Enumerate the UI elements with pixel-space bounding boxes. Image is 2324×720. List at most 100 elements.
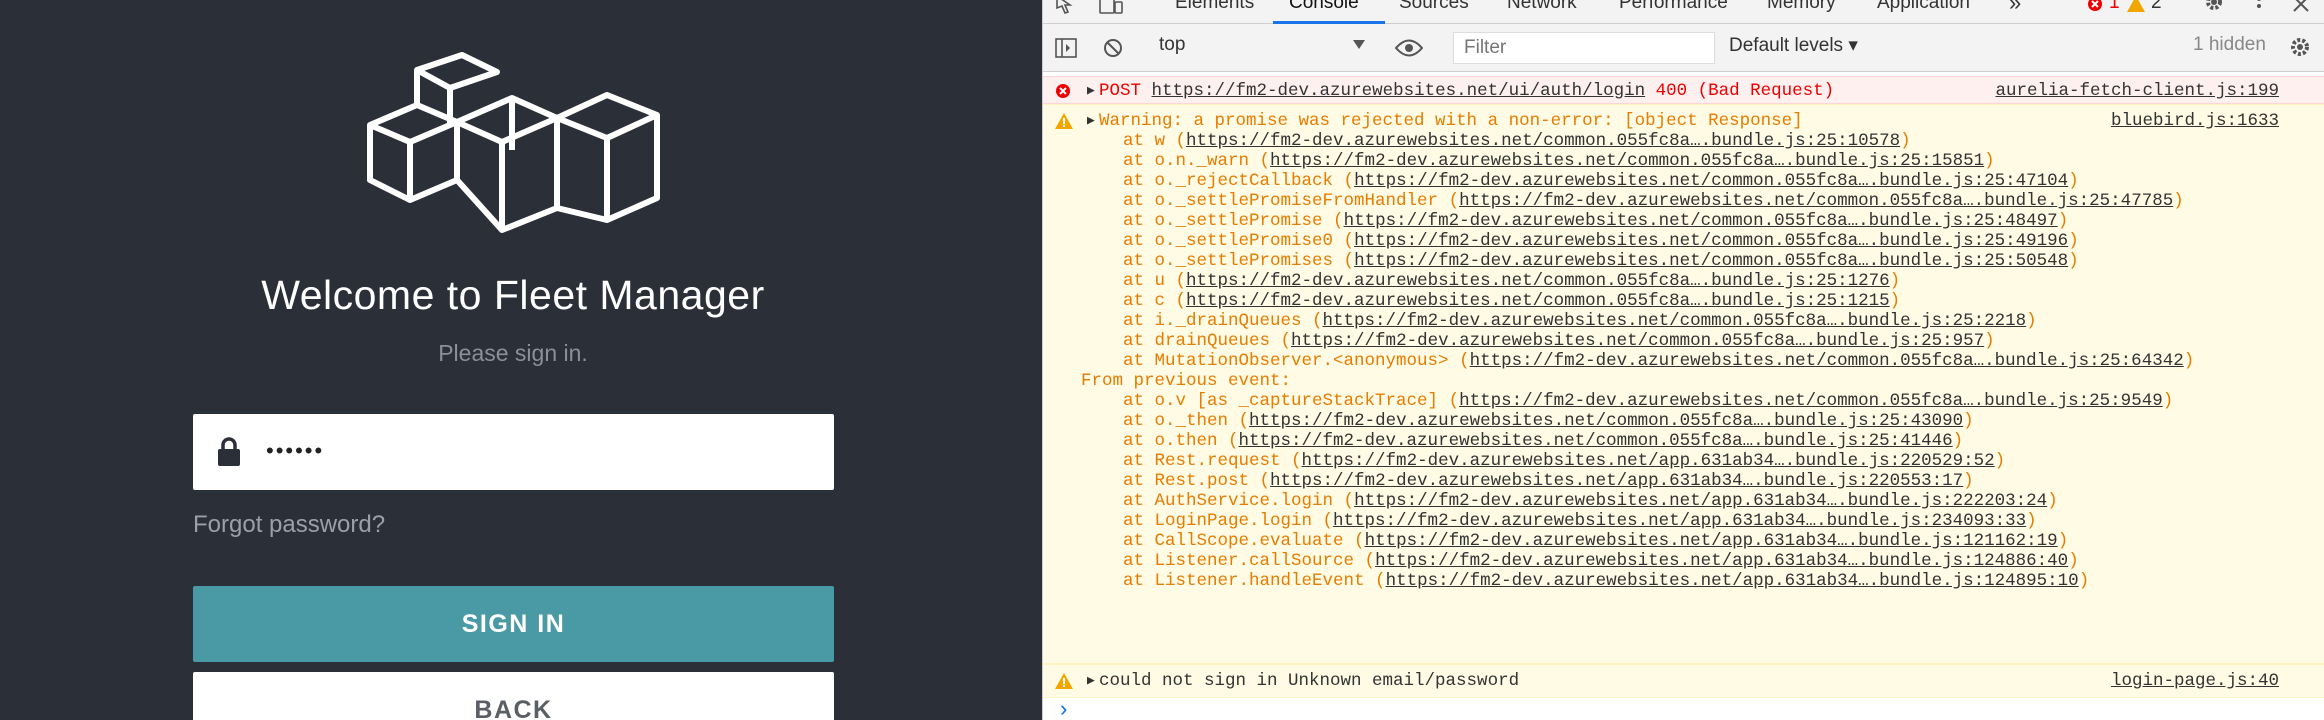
warning-text: Warning: a promise was rejected with a n…: [1099, 111, 1803, 131]
clear-console-icon[interactable]: [1103, 38, 1123, 58]
eye-icon[interactable]: [1395, 39, 1423, 57]
stack-frame-function: at o.n._warn: [1123, 151, 1250, 171]
stack-frame: at o._then (https://fm2-dev.azurewebsite…: [1123, 411, 1974, 431]
warning-icon: [1055, 673, 1073, 689]
stack-frame-url[interactable]: https://fm2-dev.azurewebsites.net/app.63…: [1354, 491, 2047, 511]
stack-frame-function: at Rest.post: [1123, 471, 1250, 491]
stack-frame-function: at o._rejectCallback: [1123, 171, 1334, 191]
stack-frame-function: at CallScope.evaluate: [1123, 531, 1344, 551]
more-tabs-button[interactable]: »: [2009, 0, 2021, 16]
http-method: POST: [1099, 81, 1142, 101]
tab-performance[interactable]: Performance: [1619, 0, 1728, 14]
stack-frame-function: at o._settlePromises: [1123, 251, 1334, 271]
tab-elements[interactable]: Elements: [1175, 0, 1254, 14]
stack-frame-url[interactable]: https://fm2-dev.azurewebsites.net/app.63…: [1386, 571, 2079, 591]
stack-frame-url[interactable]: https://fm2-dev.azurewebsites.net/common…: [1459, 191, 2173, 211]
stack-frame-url[interactable]: https://fm2-dev.azurewebsites.net/common…: [1186, 131, 1900, 151]
stack-frame: at o._settlePromise0 (https://fm2-dev.az…: [1123, 231, 2079, 251]
stack-frame-url[interactable]: https://fm2-dev.azurewebsites.net/app.63…: [1302, 451, 1995, 471]
stack-frame-function: at LoginPage.login: [1123, 511, 1313, 531]
tab-sources[interactable]: Sources: [1399, 0, 1469, 14]
stack-frame-url[interactable]: https://fm2-dev.azurewebsites.net/common…: [1270, 151, 1984, 171]
chevron-down-icon: [1353, 40, 1365, 49]
stack-frame: at u (https://fm2-dev.azurewebsites.net/…: [1123, 271, 1901, 291]
console-warning-message: ▶ could not sign in Unknown email/passwo…: [1043, 664, 2324, 698]
error-url[interactable]: https://fm2-dev.azurewebsites.net/ui/aut…: [1152, 81, 1646, 101]
stack-frame-url[interactable]: https://fm2-dev.azurewebsites.net/common…: [1186, 271, 1890, 291]
forgot-password-link[interactable]: Forgot password?: [193, 511, 385, 539]
warning-source-link[interactable]: login-page.js:40: [2111, 671, 2279, 691]
close-icon[interactable]: [2293, 0, 2309, 12]
stack-frame-url[interactable]: https://fm2-dev.azurewebsites.net/common…: [1459, 391, 2163, 411]
stack-frame-url[interactable]: https://fm2-dev.azurewebsites.net/app.63…: [1333, 511, 2026, 531]
stack-frame-url[interactable]: https://fm2-dev.azurewebsites.net/common…: [1354, 251, 2068, 271]
stack-frame: at CallScope.evaluate (https://fm2-dev.a…: [1123, 531, 2069, 551]
lock-icon: [218, 437, 240, 466]
stack-frame-function: at o._settlePromise0: [1123, 231, 1334, 251]
stack-frame-function: at o._settlePromise: [1123, 211, 1323, 231]
stack-frame-url[interactable]: https://fm2-dev.azurewebsites.net/common…: [1239, 431, 1953, 451]
stack-frame-url[interactable]: https://fm2-dev.azurewebsites.net/common…: [1186, 291, 1890, 311]
log-levels-dropdown[interactable]: Default levels ▾: [1729, 34, 1858, 57]
stack-frame-url[interactable]: https://fm2-dev.azurewebsites.net/common…: [1354, 231, 2068, 251]
stack-frame-url[interactable]: https://fm2-dev.azurewebsites.net/common…: [1291, 331, 1984, 351]
stack-frame: at o.v [as _captureStackTrace] (https://…: [1123, 391, 2174, 411]
expand-triangle-icon[interactable]: ▶: [1087, 111, 1095, 131]
sidebar-toggle-icon[interactable]: [1055, 38, 1077, 58]
console-settings-gear-icon[interactable]: [2289, 36, 2311, 58]
stack-frame: at o._settlePromiseFromHandler (https://…: [1123, 191, 2184, 211]
stack-frame-function: at AuthService.login: [1123, 491, 1334, 511]
stack-frame: at Listener.callSource (https://fm2-dev.…: [1123, 551, 2079, 571]
more-options-icon[interactable]: [2255, 0, 2263, 14]
warning-icon: [1055, 113, 1073, 129]
stack-frame: at drainQueues (https://fm2-dev.azureweb…: [1123, 331, 1995, 351]
filter-input-field[interactable]: [1454, 33, 1714, 63]
error-count[interactable]: 1: [2109, 0, 2120, 14]
stack-frame-url[interactable]: https://fm2-dev.azurewebsites.net/common…: [1323, 311, 2027, 331]
tab-memory[interactable]: Memory: [1767, 0, 1836, 14]
stack-frame-url[interactable]: https://fm2-dev.azurewebsites.net/common…: [1249, 411, 1963, 431]
filter-input[interactable]: [1453, 32, 1715, 64]
error-icon: [1056, 84, 1070, 98]
stack-frame: at o._settlePromises (https://fm2-dev.az…: [1123, 251, 2079, 271]
stack-frame-url[interactable]: https://fm2-dev.azurewebsites.net/app.63…: [1270, 471, 1963, 491]
error-source-link[interactable]: aurelia-fetch-client.js:199: [1995, 81, 2279, 101]
stack-frame-function: at Listener.callSource: [1123, 551, 1355, 571]
stack-frame-url[interactable]: https://fm2-dev.azurewebsites.net/common…: [1344, 211, 2058, 231]
sign-in-button[interactable]: SIGN IN: [193, 586, 834, 662]
settings-gear-icon[interactable]: [2203, 0, 2225, 14]
context-selector[interactable]: top: [1159, 34, 1185, 56]
login-page: Welcome to Fleet Manager Please sign in.…: [0, 0, 1042, 720]
stack-frame-url[interactable]: https://fm2-dev.azurewebsites.net/common…: [1354, 171, 2068, 191]
inspect-element-icon[interactable]: [1055, 0, 1075, 14]
fleet-manager-logo: [367, 52, 660, 233]
back-button[interactable]: BACK: [193, 672, 834, 720]
expand-triangle-icon[interactable]: ▶: [1087, 81, 1095, 101]
stack-frame-function: at Listener.handleEvent: [1123, 571, 1365, 591]
console-toolbar: top Default levels ▾ 1 hidden: [1043, 24, 2324, 72]
expand-triangle-icon[interactable]: ▶: [1087, 671, 1095, 691]
stack-frame: at AuthService.login (https://fm2-dev.az…: [1123, 491, 2058, 511]
stack-frame: at c (https://fm2-dev.azurewebsites.net/…: [1123, 291, 1901, 311]
password-value: ••••••: [266, 438, 325, 463]
tab-console[interactable]: Console: [1289, 0, 1359, 14]
stack-frame: at w (https://fm2-dev.azurewebsites.net/…: [1123, 131, 1911, 151]
warning-count[interactable]: 2: [2151, 0, 2162, 14]
stack-frame: at o._settlePromise (https://fm2-dev.azu…: [1123, 211, 2069, 231]
stack-frame-url[interactable]: https://fm2-dev.azurewebsites.net/app.63…: [1365, 531, 2058, 551]
console-prompt[interactable]: ›: [1057, 698, 1070, 720]
warning-count-icon: [2127, 0, 2145, 12]
device-toolbar-icon[interactable]: [1099, 0, 1123, 14]
stack-frame-function: at u: [1123, 271, 1166, 291]
tab-network[interactable]: Network: [1507, 0, 1577, 14]
stack-frame-url[interactable]: https://fm2-dev.azurewebsites.net/common…: [1470, 351, 2184, 371]
stack-frame-function: at o._settlePromiseFromHandler: [1123, 191, 1439, 211]
warning-source-link[interactable]: bluebird.js:1633: [2111, 111, 2279, 131]
stack-frame-function: at drainQueues: [1123, 331, 1271, 351]
stack-frame: at Rest.post (https://fm2-dev.azurewebsi…: [1123, 471, 1974, 491]
tab-application[interactable]: Application: [1877, 0, 1970, 14]
password-field[interactable]: ••••••: [193, 414, 834, 490]
stack-frame-url[interactable]: https://fm2-dev.azurewebsites.net/app.63…: [1375, 551, 2068, 571]
stack-frame-function: at i._drainQueues: [1123, 311, 1302, 331]
error-line: POST https://fm2-dev.azurewebsites.net/u…: [1099, 81, 1834, 101]
